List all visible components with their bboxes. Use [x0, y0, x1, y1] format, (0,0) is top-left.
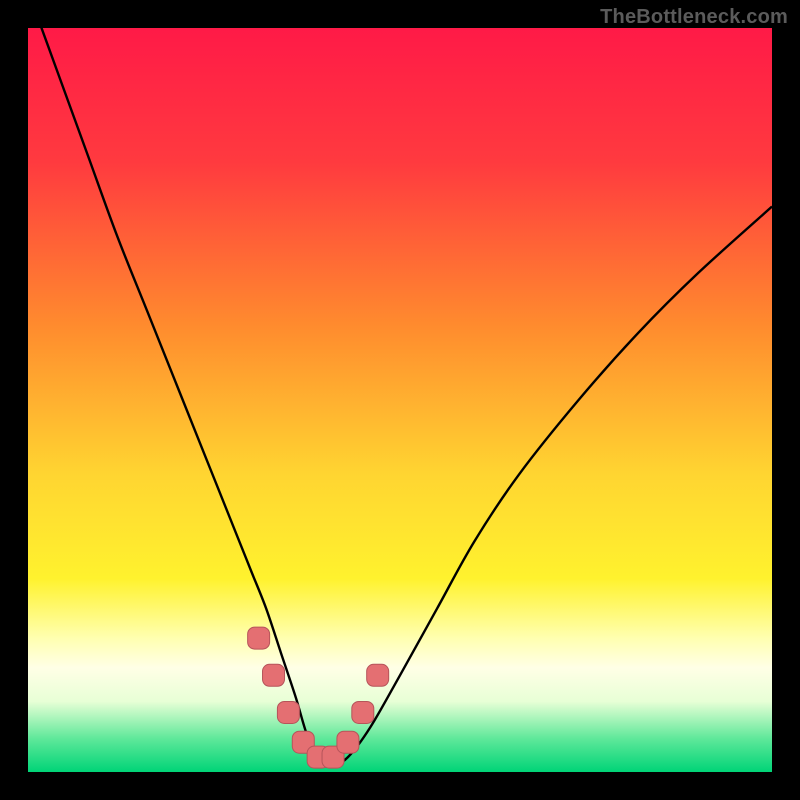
marker-point [263, 664, 285, 686]
marker-point [277, 701, 299, 723]
curve-layer [28, 28, 772, 772]
marker-group [248, 627, 389, 768]
bottleneck-curve [28, 28, 772, 765]
marker-point [337, 731, 359, 753]
marker-point [367, 664, 389, 686]
plot-area [28, 28, 772, 772]
marker-point [248, 627, 270, 649]
chart-frame: TheBottleneck.com [0, 0, 800, 800]
marker-point [352, 701, 374, 723]
source-attribution: TheBottleneck.com [600, 6, 788, 29]
